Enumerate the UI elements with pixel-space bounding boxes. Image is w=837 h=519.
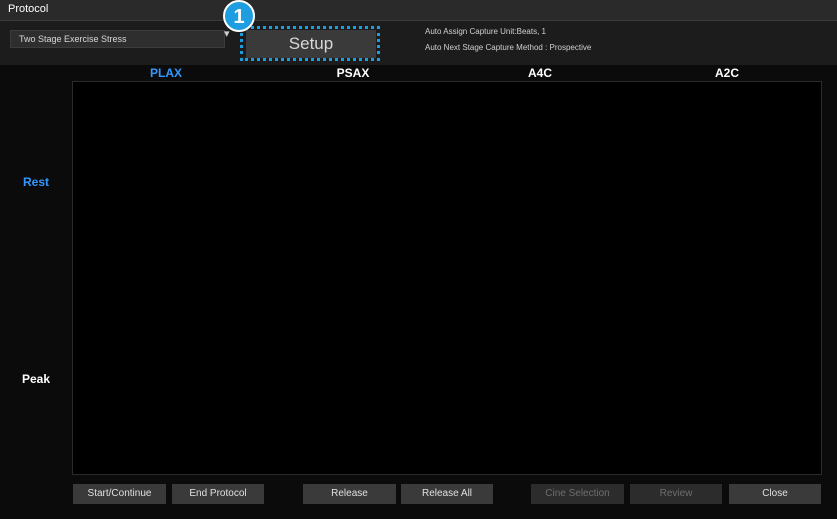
cine-selection-button[interactable]: Cine Selection (531, 484, 624, 504)
close-button[interactable]: Close (729, 484, 821, 504)
auto-next-stage-info: Auto Next Stage Capture Method : Prospec… (425, 43, 592, 52)
end-protocol-button[interactable]: End Protocol (172, 484, 264, 504)
callout-badge: 1 (223, 0, 255, 32)
grid-cell-rest-plax[interactable] (73, 82, 258, 277)
release-all-button[interactable]: Release All (401, 484, 493, 504)
release-button[interactable]: Release (303, 484, 396, 504)
start-continue-button[interactable]: Start/Continue (73, 484, 166, 504)
auto-assign-info: Auto Assign Capture Unit:Beats, 1 (425, 27, 546, 36)
grid-cell-peak-psax[interactable] (260, 279, 446, 474)
protocol-select[interactable]: Two Stage Exercise Stress (10, 30, 225, 48)
grid-cell-peak-plax[interactable] (73, 279, 258, 474)
grid-cell-peak-a4c[interactable] (448, 279, 634, 474)
column-header-a2c[interactable]: A2C (634, 66, 820, 80)
row-label-peak[interactable]: Peak (0, 372, 72, 386)
column-header-plax[interactable]: PLAX (73, 66, 259, 80)
protocol-select-value: Two Stage Exercise Stress (19, 34, 127, 44)
row-label-rest[interactable]: Rest (0, 175, 72, 189)
grid-cell-rest-psax[interactable] (260, 82, 446, 277)
title-bar: Protocol (0, 0, 837, 21)
grid-cell-peak-a2c[interactable] (636, 279, 821, 474)
grid-cell-rest-a4c[interactable] (448, 82, 634, 277)
column-header-psax[interactable]: PSAX (260, 66, 446, 80)
callout-highlight-box (240, 26, 380, 61)
image-grid (73, 82, 821, 474)
review-button[interactable]: Review (630, 484, 722, 504)
column-header-a4c[interactable]: A4C (447, 66, 633, 80)
grid-cell-rest-a2c[interactable] (636, 82, 821, 277)
window-title: Protocol (8, 3, 49, 15)
